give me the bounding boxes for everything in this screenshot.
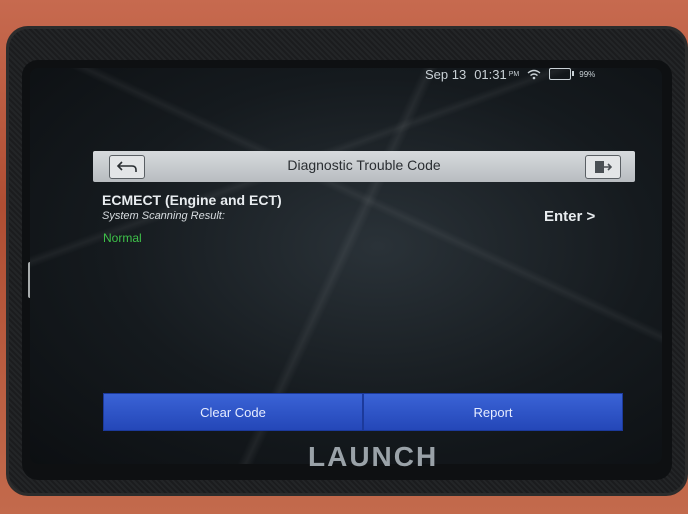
clear-code-button[interactable]: Clear Code (103, 393, 363, 431)
battery-icon (549, 68, 575, 80)
wifi-icon (527, 69, 541, 79)
status-bar: Sep 13 01:31 PM 99% (425, 66, 635, 82)
page-title: Diagnostic Trouble Code (287, 157, 441, 173)
exit-button[interactable] (585, 155, 621, 179)
status-ampm: PM (508, 70, 520, 78)
bottom-action-bar: Clear Code Report (103, 393, 623, 431)
battery-percent: 99% (579, 69, 596, 79)
system-name[interactable]: ECMECT (Engine and ECT) (102, 192, 282, 208)
enter-button[interactable]: Enter > (544, 208, 595, 225)
brand-logo: LAUNCH (308, 441, 439, 472)
scan-status: Normal (103, 231, 142, 245)
title-bar: Diagnostic Trouble Code (93, 151, 635, 182)
exit-icon (595, 161, 612, 173)
scan-result-label: System Scanning Result: (102, 210, 225, 222)
status-time: 01:31 (474, 66, 507, 82)
status-date: Sep 13 (425, 66, 467, 82)
report-button[interactable]: Report (363, 393, 623, 431)
